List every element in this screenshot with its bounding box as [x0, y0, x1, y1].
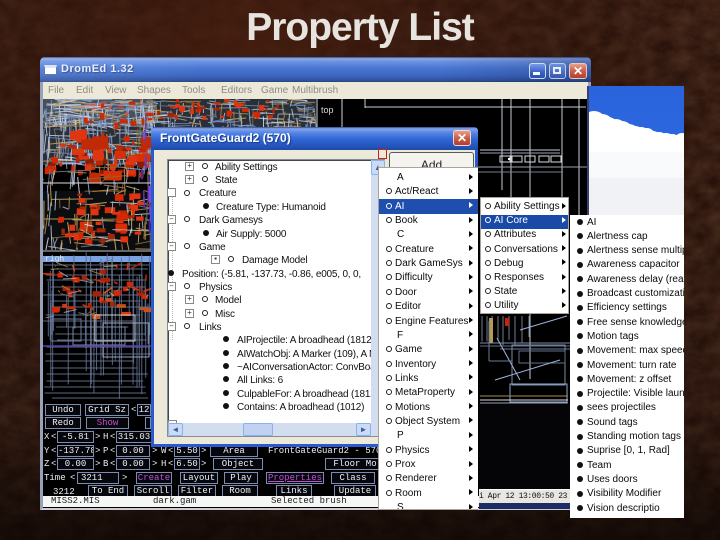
- svg-text:righ: righ: [45, 255, 64, 264]
- svg-text:top: top: [321, 105, 334, 115]
